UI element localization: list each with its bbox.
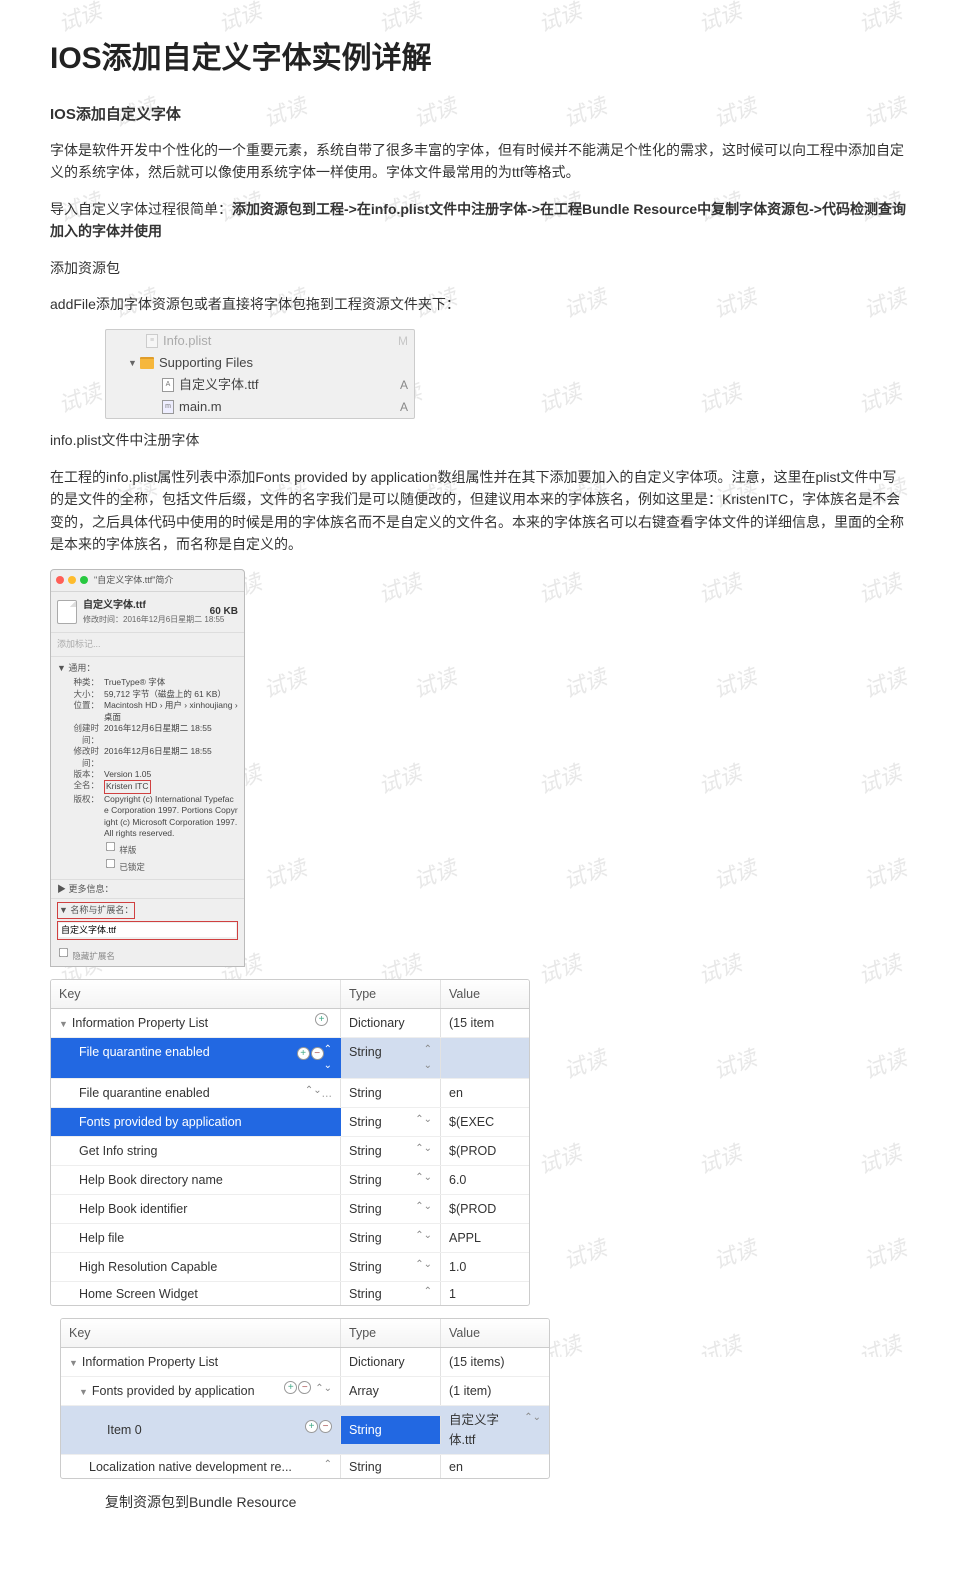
- minus-icon: −: [298, 1381, 311, 1394]
- disclosure-triangle-icon: ▼: [59, 1017, 68, 1031]
- folder-icon: [140, 357, 154, 369]
- plist-file-icon: ≡: [146, 334, 158, 348]
- ttf-filename: 自定义字体.ttf: [179, 375, 258, 396]
- m-file-icon: m: [162, 400, 174, 414]
- plist-fonts-row: Fonts provided by application⌃⌄ String$(…: [51, 1108, 529, 1137]
- plist-row: ▼Information Property List Dictionary (1…: [61, 1348, 549, 1377]
- plist-editor-2: Key Type Value ▼Information Property Lis…: [60, 1318, 550, 1479]
- disclosure-triangle-icon: ▼: [79, 1385, 88, 1399]
- subtitle: IOS添加自定义字体: [50, 103, 910, 127]
- window-titlebar: "自定义字体.ttf"简介: [51, 570, 244, 591]
- section-add-header: 添加资源包: [50, 257, 910, 279]
- locked-checkbox: [106, 859, 115, 868]
- steps-paragraph: 导入自定义字体过程很简单：添加资源包到工程->在info.plist文件中注册字…: [50, 198, 910, 243]
- add-tag-field: 添加标记...: [51, 633, 244, 656]
- disclosure-triangle-icon: ▼: [69, 1356, 78, 1370]
- name-ext-header: ▼ 名称与扩展名：: [57, 902, 135, 918]
- info-filename: 自定义字体.ttf: [83, 598, 224, 614]
- plist-row: Home Screen Widget⌃ String1: [51, 1282, 529, 1305]
- plist-row: High Resolution Capable⌃⌄ String1.0: [51, 1253, 529, 1282]
- plus-icon: +: [297, 1047, 310, 1060]
- page-title: IOS添加自定义字体实例详解: [50, 35, 910, 83]
- general-header: ▼ 通用：: [57, 661, 238, 675]
- add-description: addFile添加字体资源包或者直接将字体包拖到工程资源文件夹下：: [50, 293, 910, 315]
- plist-row: Help Book identifier⌃⌄ String$(PROD: [51, 1195, 529, 1224]
- getinfo-panel: "自定义字体.ttf"简介 自定义字体.ttf 修改时间：2016年12月6日星…: [50, 569, 245, 967]
- minimize-icon: [68, 576, 76, 584]
- intro-paragraph: 字体是软件开发中个性化的一个重要元素，系统自带了很多丰富的字体，但有时候并不能满…: [50, 139, 910, 184]
- plist-row: Get Info string⌃⌄ String$(PROD: [51, 1137, 529, 1166]
- template-checkbox: [106, 842, 115, 851]
- fullname-highlight: Kristen ITC: [104, 780, 151, 793]
- main-m-filename: main.m: [179, 397, 222, 418]
- register-description: 在工程的info.plist属性列表中添加Fonts provided by a…: [50, 466, 910, 556]
- close-icon: [56, 576, 64, 584]
- disclosure-triangle-icon: ▼: [128, 356, 140, 370]
- zoom-icon: [80, 576, 88, 584]
- ttf-file-icon: A: [162, 378, 174, 392]
- folder-label: Supporting Files: [159, 353, 253, 374]
- plist-row: Help file⌃⌄ StringAPPL: [51, 1224, 529, 1253]
- more-info-header: ▶ 更多信息：: [51, 880, 244, 899]
- plist-editor-1: Key Type Value ▼Information Property Lis…: [50, 979, 530, 1306]
- name-ext-input: [59, 923, 236, 937]
- info-modified: 修改时间：2016年12月6日星期二 18:55: [83, 614, 224, 627]
- bundle-caption: 复制资源包到Bundle Resource: [105, 1491, 910, 1513]
- plist-row: File quarantine enabled ⌃⌄ +− String⌃⌄: [51, 1038, 529, 1079]
- plist-fonts-row: ▼Fonts provided by application ⌃⌄ +− Arr…: [61, 1377, 549, 1406]
- hide-ext-row: 隐藏扩展名: [51, 943, 244, 967]
- document-icon: [57, 600, 77, 624]
- plus-icon: +: [305, 1420, 318, 1433]
- xcode-navigator: ≡ Info.plist M ▼ Supporting Files A 自定义字…: [105, 329, 415, 419]
- minus-icon: −: [311, 1047, 324, 1060]
- plist-item0-row: Item 0 +− String ⌃⌄ 自定义字体.ttf: [61, 1406, 549, 1455]
- plist-row: Help Book directory name⌃⌄ String6.0: [51, 1166, 529, 1195]
- section-register-header: info.plist文件中注册字体: [50, 429, 910, 451]
- plus-icon: +: [315, 1013, 328, 1026]
- info-filesize: 60 KB: [210, 604, 238, 620]
- plist-row: Localization native development re... ⌃ …: [61, 1455, 549, 1478]
- plist-row: File quarantine enabled...⌃⌄Stringen: [51, 1079, 529, 1108]
- plus-icon: +: [284, 1381, 297, 1394]
- minus-icon: −: [319, 1420, 332, 1433]
